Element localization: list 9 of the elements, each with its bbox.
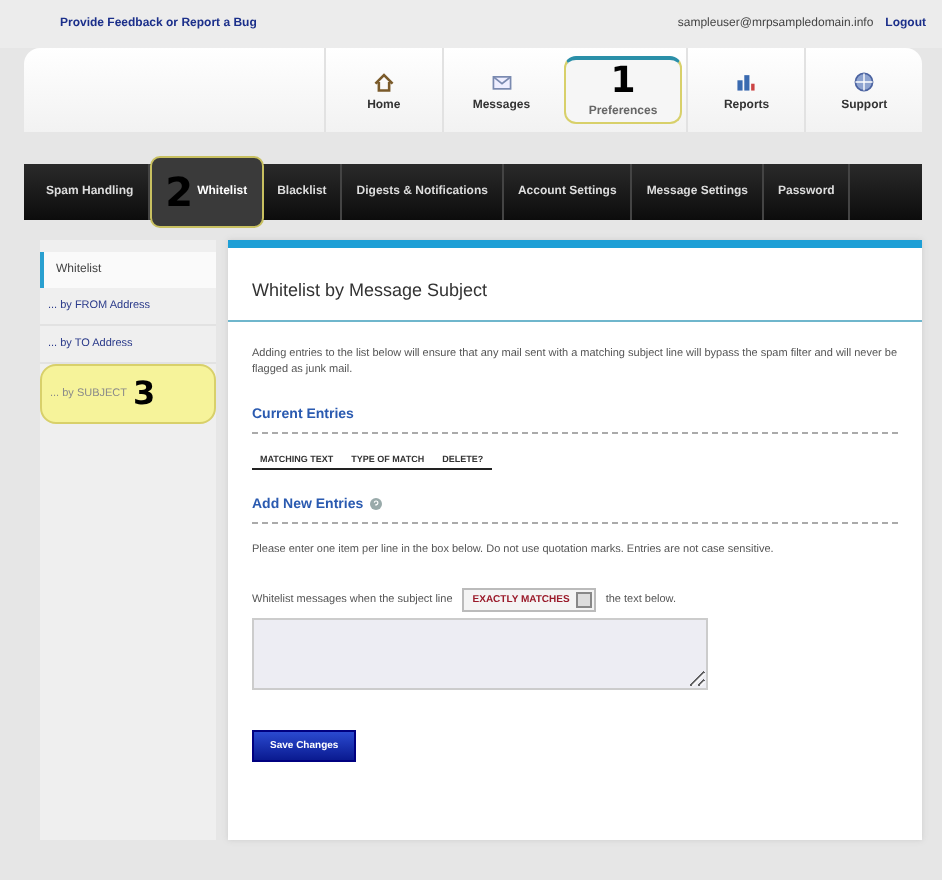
- callout-number: 3: [133, 378, 156, 410]
- globe-icon: [852, 69, 877, 93]
- callout-number: 2: [165, 172, 194, 212]
- help-icon[interactable]: [369, 498, 382, 510]
- bar-chart-icon: [734, 69, 759, 93]
- callout-number: 1: [610, 64, 636, 100]
- entries-textarea[interactable]: [252, 617, 708, 689]
- house-icon: [371, 69, 396, 93]
- panel-title: Whitelist by Message Subject: [228, 248, 922, 322]
